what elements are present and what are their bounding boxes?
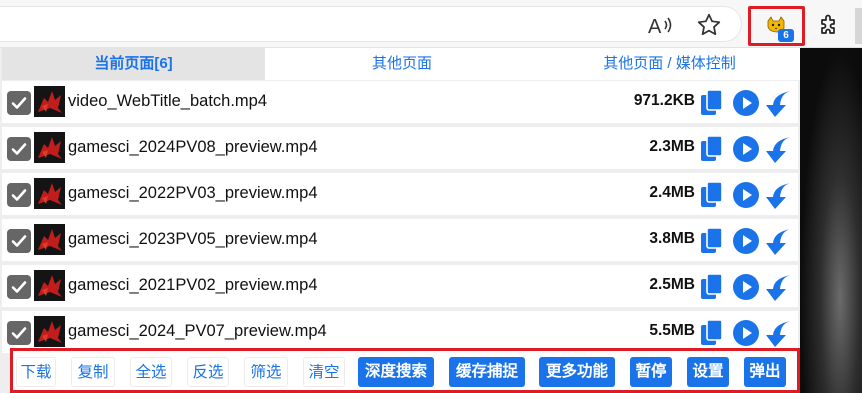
- media-extension-button[interactable]: 6: [748, 6, 805, 46]
- file-row: gamesci_2024_PV07_preview.mp4 5.5MB: [2, 311, 798, 353]
- media-popup: 当前页面[6] 其他页面 其他页面 / 媒体控制 video_WebTitle_…: [0, 48, 800, 393]
- file-size: 2.3MB: [649, 138, 695, 155]
- checkmark-icon: [11, 235, 27, 247]
- file-name: gamesci_2023PV05_preview.mp4: [68, 230, 318, 248]
- file-size: 3.8MB: [649, 230, 695, 247]
- deep-search-button[interactable]: 深度搜索: [358, 357, 434, 387]
- popup-tabs: 当前页面[6] 其他页面 其他页面 / 媒体控制: [0, 48, 800, 80]
- browser-toolbar: A 6: [0, 0, 862, 48]
- select-all-button[interactable]: 全选: [130, 357, 172, 387]
- file-row: video_WebTitle_batch.mp4 971.2KB: [2, 81, 798, 123]
- file-name: video_WebTitle_batch.mp4: [68, 92, 268, 110]
- file-size: 5.5MB: [649, 322, 695, 339]
- copy-icon[interactable]: [700, 89, 724, 117]
- tab-other-pages-media-control[interactable]: 其他页面 / 媒体控制: [539, 48, 800, 80]
- copy-button[interactable]: 复制: [71, 357, 115, 387]
- svg-text:A: A: [648, 16, 662, 38]
- address-bar[interactable]: [0, 6, 742, 42]
- file-size: 2.4MB: [649, 184, 695, 201]
- action-bar: 下载 复制 全选 反选 筛选 清空 深度搜索 缓存捕捉 更多功能 暂停 设置 弹…: [10, 348, 800, 393]
- file-thumbnail: [34, 132, 65, 163]
- checkmark-icon: [11, 281, 27, 293]
- file-row: gamesci_2023PV05_preview.mp4 3.8MB: [2, 219, 798, 261]
- download-arrow-icon[interactable]: [765, 134, 795, 164]
- read-aloud-icon[interactable]: A: [646, 12, 676, 38]
- play-icon[interactable]: [732, 319, 760, 347]
- play-icon[interactable]: [732, 273, 760, 301]
- file-checkbox[interactable]: [7, 137, 31, 161]
- star-icon[interactable]: [694, 10, 724, 40]
- file-checkbox[interactable]: [7, 91, 31, 115]
- cache-capture-button[interactable]: 缓存捕捉: [449, 357, 525, 387]
- file-name: gamesci_2022PV03_preview.mp4: [68, 184, 318, 202]
- tab-current-page[interactable]: 当前页面[6]: [2, 48, 265, 80]
- file-checkbox[interactable]: [7, 229, 31, 253]
- file-thumbnail: [34, 86, 65, 117]
- copy-icon[interactable]: [700, 181, 724, 209]
- copy-icon[interactable]: [700, 135, 724, 163]
- file-name: gamesci_2024_PV07_preview.mp4: [68, 322, 327, 340]
- more-features-button[interactable]: 更多功能: [539, 357, 615, 387]
- file-row: gamesci_2024PV08_preview.mp4 2.3MB: [2, 127, 798, 169]
- extensions-puzzle-icon[interactable]: [814, 12, 844, 40]
- file-row: gamesci_2021PV02_preview.mp4 2.5MB: [2, 265, 798, 307]
- toolbar-edge: [855, 8, 862, 44]
- play-icon[interactable]: [732, 135, 760, 163]
- checkmark-icon: [11, 327, 27, 339]
- file-thumbnail: [34, 224, 65, 255]
- copy-icon[interactable]: [700, 319, 724, 347]
- copy-icon[interactable]: [700, 227, 724, 255]
- play-icon[interactable]: [732, 227, 760, 255]
- download-arrow-icon[interactable]: [765, 88, 795, 118]
- play-icon[interactable]: [732, 89, 760, 117]
- download-arrow-icon[interactable]: [765, 226, 795, 256]
- clear-button[interactable]: 清空: [303, 357, 345, 387]
- file-size: 971.2KB: [633, 92, 695, 109]
- extension-count-badge: 6: [778, 29, 794, 42]
- download-arrow-icon[interactable]: [765, 180, 795, 210]
- file-checkbox[interactable]: [7, 275, 31, 299]
- download-arrow-icon[interactable]: [765, 272, 795, 302]
- download-button[interactable]: 下载: [16, 357, 56, 387]
- file-row: gamesci_2022PV03_preview.mp4 2.4MB: [2, 173, 798, 215]
- file-name: gamesci_2021PV02_preview.mp4: [68, 276, 318, 294]
- tab-other-pages[interactable]: 其他页面: [265, 48, 539, 80]
- file-thumbnail: [34, 178, 65, 209]
- play-icon[interactable]: [732, 181, 760, 209]
- filter-button[interactable]: 筛选: [244, 357, 288, 387]
- pause-button[interactable]: 暂停: [630, 357, 672, 387]
- settings-button[interactable]: 设置: [687, 357, 729, 387]
- file-name: gamesci_2024PV08_preview.mp4: [68, 138, 318, 156]
- file-checkbox[interactable]: [7, 183, 31, 207]
- checkmark-icon: [11, 143, 27, 155]
- invert-select-button[interactable]: 反选: [187, 357, 229, 387]
- checkmark-icon: [11, 189, 27, 201]
- file-checkbox[interactable]: [7, 321, 31, 345]
- download-arrow-icon[interactable]: [765, 318, 795, 348]
- copy-icon[interactable]: [700, 273, 724, 301]
- file-thumbnail: [34, 316, 65, 347]
- background-page-video: [800, 48, 862, 393]
- popout-button[interactable]: 弹出: [744, 357, 786, 387]
- file-size: 2.5MB: [649, 276, 695, 293]
- file-thumbnail: [34, 270, 65, 301]
- checkmark-icon: [11, 97, 27, 109]
